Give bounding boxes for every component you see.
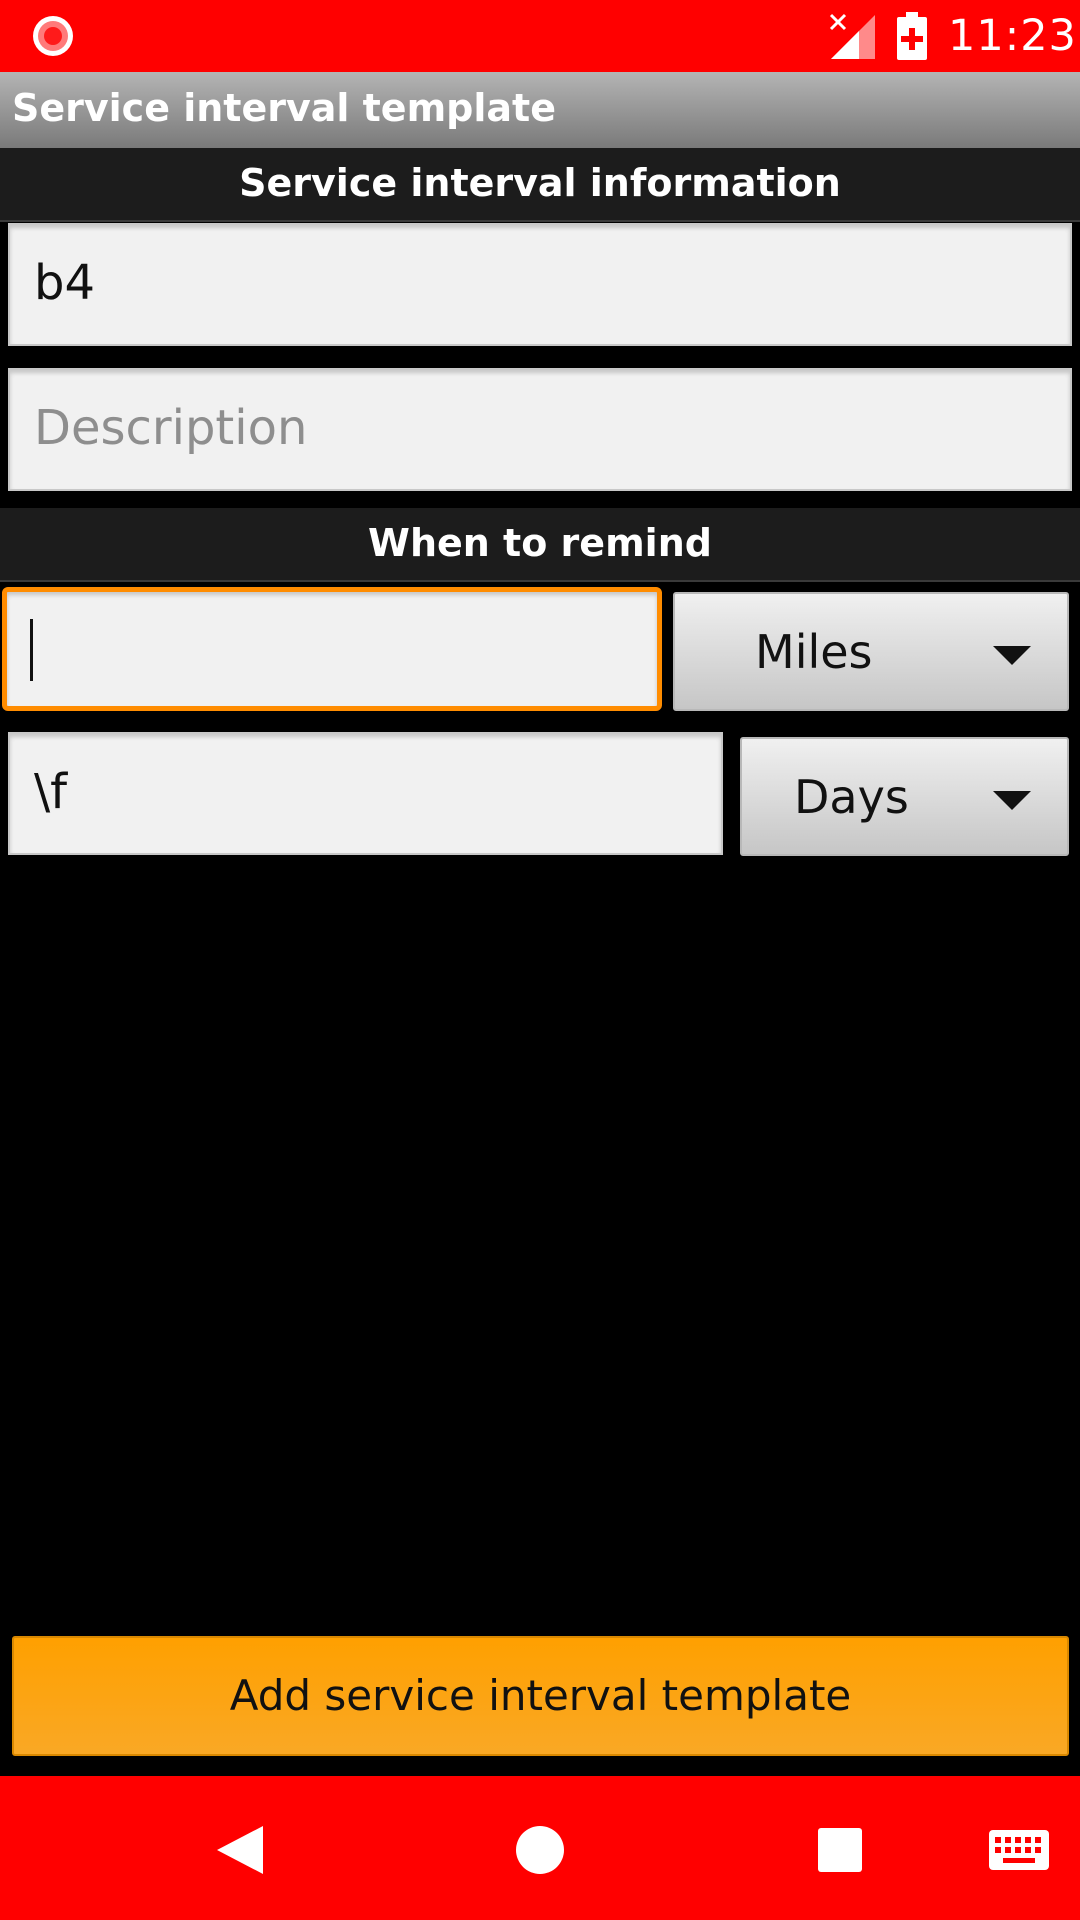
back-icon[interactable] [213,1824,265,1876]
chevron-down-icon [993,646,1031,665]
time-unit-label: Days [794,770,909,824]
add-template-button[interactable]: Add service interval template [12,1636,1069,1756]
description-field[interactable]: Description [8,368,1072,491]
text-cursor [30,619,33,681]
name-field[interactable]: b4 [8,223,1072,346]
home-icon[interactable] [514,1824,566,1876]
battery-charging-icon [897,12,927,60]
section-header-info: Service interval information [0,148,1080,222]
distance-field[interactable] [2,587,662,711]
time-unit-spinner[interactable]: Days [740,737,1069,856]
navigation-bar [0,1776,1080,1920]
no-signal-icon [829,13,875,59]
section-header-remind: When to remind [0,508,1080,582]
recents-icon[interactable] [816,1826,864,1874]
screen-record-icon [33,16,73,56]
distance-unit-label: Miles [755,625,873,679]
page-title: Service interval template [12,86,556,130]
status-time: 11:23 [948,11,1077,61]
status-bar: 11:23 [0,0,1080,72]
title-bar: Service interval template [0,72,1080,148]
distance-unit-spinner[interactable]: Miles [673,592,1069,711]
screen: 11:23 Service interval template Service … [0,0,1080,1920]
chevron-down-icon [993,791,1031,810]
time-field[interactable]: \f [8,732,723,855]
keyboard-icon[interactable] [988,1826,1050,1874]
